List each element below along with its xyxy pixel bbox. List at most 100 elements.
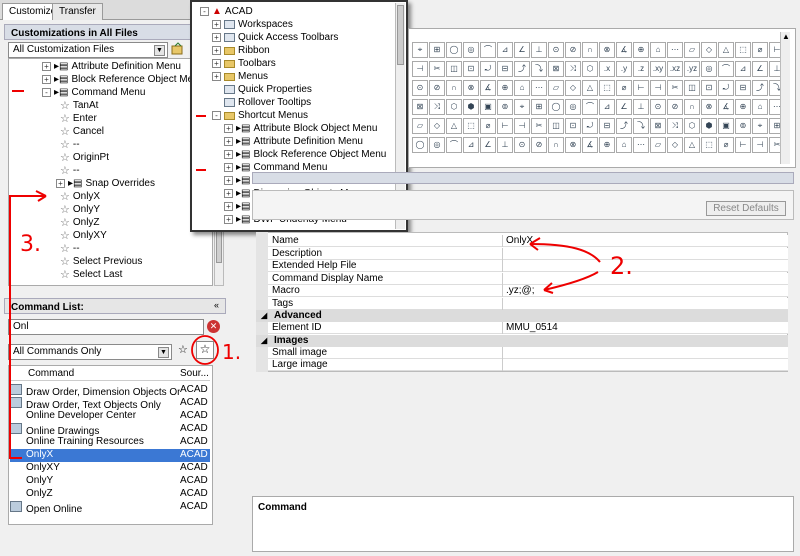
toolbar-button-icon[interactable]: ◎	[565, 99, 581, 115]
expander-icon[interactable]: +	[224, 150, 233, 159]
toolbar-button-icon[interactable]: ⊡	[565, 118, 581, 134]
toolbar-button-icon[interactable]: .xz	[667, 61, 683, 77]
toolbar-button-icon[interactable]: ▣	[480, 99, 496, 115]
toolbar-button-icon[interactable]: ⊘	[531, 137, 547, 153]
toolbar-button-icon[interactable]: ◇	[429, 118, 445, 134]
popup-item[interactable]: + ▸▤ Attribute Block Object Menu	[224, 122, 377, 135]
command-row[interactable]: OnlyZ ACAD	[10, 488, 210, 501]
toolbar-button-icon[interactable]: ⤾	[480, 61, 496, 77]
toolbar-button-icon[interactable]: .y	[616, 61, 632, 77]
property-element-id[interactable]: Element ID MMU_0514	[268, 322, 788, 334]
column-command[interactable]: Command	[10, 368, 180, 380]
toolbar-button-icon[interactable]: ⊘	[565, 42, 581, 58]
toolbar-button-icon[interactable]: △	[446, 118, 462, 134]
expander-icon[interactable]: +	[224, 163, 233, 172]
toolbar-button-icon[interactable]: ∡	[718, 99, 734, 115]
command-row[interactable]: Online Drawings ACAD	[10, 423, 210, 436]
expander-icon[interactable]: +	[212, 59, 221, 68]
property-value[interactable]: MMU_0514	[506, 322, 558, 333]
toolbar-button-icon[interactable]: ◇	[667, 137, 683, 153]
toolbar-button-icon[interactable]: ◎	[429, 137, 445, 153]
category-advanced[interactable]: ◢ Advanced	[256, 310, 788, 322]
toolbar-button-icon[interactable]: ◯	[446, 42, 462, 58]
toolbar-button-icon[interactable]: ⤨	[565, 61, 581, 77]
toolbar-button-icon[interactable]: ⊠	[650, 118, 666, 134]
toolbar-button-icon[interactable]: ⊡	[463, 61, 479, 77]
toolbar-button-icon[interactable]: ✂	[667, 80, 683, 96]
tree-item[interactable]: - ▸▤ Command Menu	[42, 86, 145, 99]
toolbar-button-icon[interactable]: ⊗	[599, 42, 615, 58]
tree-item[interactable]: + ▸▤ Snap Overrides	[56, 177, 155, 190]
toolbar-button-icon[interactable]: .x	[599, 61, 615, 77]
toolbar-button-icon[interactable]: ⊿	[463, 137, 479, 153]
toolbar-button-icon[interactable]: ∩	[684, 99, 700, 115]
toolbar-button-icon[interactable]: ⤵	[633, 118, 649, 134]
popup-scroll-thumb[interactable]	[397, 5, 404, 65]
popup-item[interactable]: + ▸▤ Block Reference Object Menu	[224, 148, 386, 161]
toolbar-button-icon[interactable]: ⊥	[497, 137, 513, 153]
tree-item[interactable]: ☆ OnlyZ	[60, 216, 100, 229]
toolbar-button-icon[interactable]: ⊙	[650, 99, 666, 115]
toolbar-button-icon[interactable]: ⌒	[582, 99, 598, 115]
toolbar-button-icon[interactable]: ⬢	[463, 99, 479, 115]
collapse-triangle-icon[interactable]: ◢	[261, 311, 267, 320]
icon-panel-collapse-icon[interactable]: ▲	[782, 32, 790, 41]
expander-icon[interactable]: +	[224, 176, 233, 185]
toolbar-button-icon[interactable]: ◇	[701, 42, 717, 58]
toolbar-button-icon[interactable]: ⌂	[650, 42, 666, 58]
command-row[interactable]: OnlyXY ACAD	[10, 462, 210, 475]
toolbar-button-icon[interactable]: ⬡	[446, 99, 462, 115]
command-row[interactable]: Online Developer Center ACAD	[10, 410, 210, 423]
expander-icon[interactable]: +	[212, 72, 221, 81]
toolbar-button-icon[interactable]: ⊚	[497, 99, 513, 115]
toolbar-button-icon[interactable]: △	[718, 42, 734, 58]
property-row[interactable]: Name OnlyX	[268, 235, 788, 247]
property-value[interactable]: .yz;@;	[506, 285, 535, 296]
toolbar-button-icon[interactable]: ∡	[582, 137, 598, 153]
toolbar-button-icon[interactable]: ⊿	[735, 61, 751, 77]
property-row[interactable]: Macro .yz;@;	[268, 285, 788, 297]
property-value[interactable]: OnlyX	[506, 235, 533, 246]
expander-icon[interactable]: +	[56, 179, 65, 188]
tree-item[interactable]: + ▸▤ Attribute Definition Menu	[42, 60, 181, 73]
toolbar-button-icon[interactable]: ⊕	[633, 42, 649, 58]
toolbar-button-icon[interactable]: ◫	[548, 118, 564, 134]
toolbar-button-icon[interactable]: ◎	[701, 61, 717, 77]
toolbar-button-icon[interactable]: ⊿	[497, 42, 513, 58]
toolbar-button-icon[interactable]: ⋯	[531, 80, 547, 96]
toolbar-button-icon[interactable]: ∩	[582, 42, 598, 58]
toolbar-button-icon[interactable]: ∠	[480, 137, 496, 153]
toolbar-button-icon[interactable]: ⋯	[667, 42, 683, 58]
toolbar-button-icon[interactable]: ⊣	[412, 61, 428, 77]
toolbar-button-icon[interactable]: ⊟	[735, 80, 751, 96]
tree-item[interactable]: ☆ OnlyY	[60, 203, 100, 216]
toolbar-button-icon[interactable]: ⊕	[497, 80, 513, 96]
command-row[interactable]: OnlyY ACAD	[10, 475, 210, 488]
category-images[interactable]: ◢ Images	[256, 335, 788, 347]
toolbar-button-icon[interactable]: ⊣	[650, 80, 666, 96]
toolbar-button-icon[interactable]: ▱	[684, 42, 700, 58]
filter-combo[interactable]: All Commands Only ▼	[8, 344, 172, 360]
collapse-chevron-icon[interactable]: «	[214, 300, 219, 310]
toolbar-button-icon[interactable]: ⬢	[701, 118, 717, 134]
toolbar-button-icon[interactable]: ◇	[565, 80, 581, 96]
property-row[interactable]: Extended Help File	[268, 260, 788, 272]
toolbar-button-icon[interactable]: ⊢	[735, 137, 751, 153]
toolbar-button-icon[interactable]: ⬚	[701, 137, 717, 153]
toolbar-button-icon[interactable]: ⊢	[497, 118, 513, 134]
expander-icon[interactable]: -	[42, 88, 51, 97]
popup-item[interactable]: + ▸▤ Attribute Definition Menu	[224, 135, 363, 148]
toolbar-button-icon[interactable]: ⤴	[752, 80, 768, 96]
tree-item[interactable]: ☆ OriginPt	[60, 151, 109, 164]
command-row[interactable]: OnlyX ACAD	[10, 449, 210, 462]
files-combo[interactable]: All Customization Files ▼	[8, 42, 168, 58]
toolbar-button-icon[interactable]: ⬡	[582, 61, 598, 77]
toolbar-button-icon[interactable]: ◎	[463, 42, 479, 58]
tab-transfer[interactable]: Transfer	[52, 3, 103, 20]
search-input[interactable]: Onl	[8, 319, 204, 335]
toolbar-button-icon[interactable]: ⬚	[735, 42, 751, 58]
expander-icon[interactable]: +	[212, 46, 221, 55]
toolbar-button-icon[interactable]: ⌒	[446, 137, 462, 153]
toolbar-button-icon[interactable]: ⊞	[429, 42, 445, 58]
toolbar-button-icon[interactable]: ⬚	[599, 80, 615, 96]
